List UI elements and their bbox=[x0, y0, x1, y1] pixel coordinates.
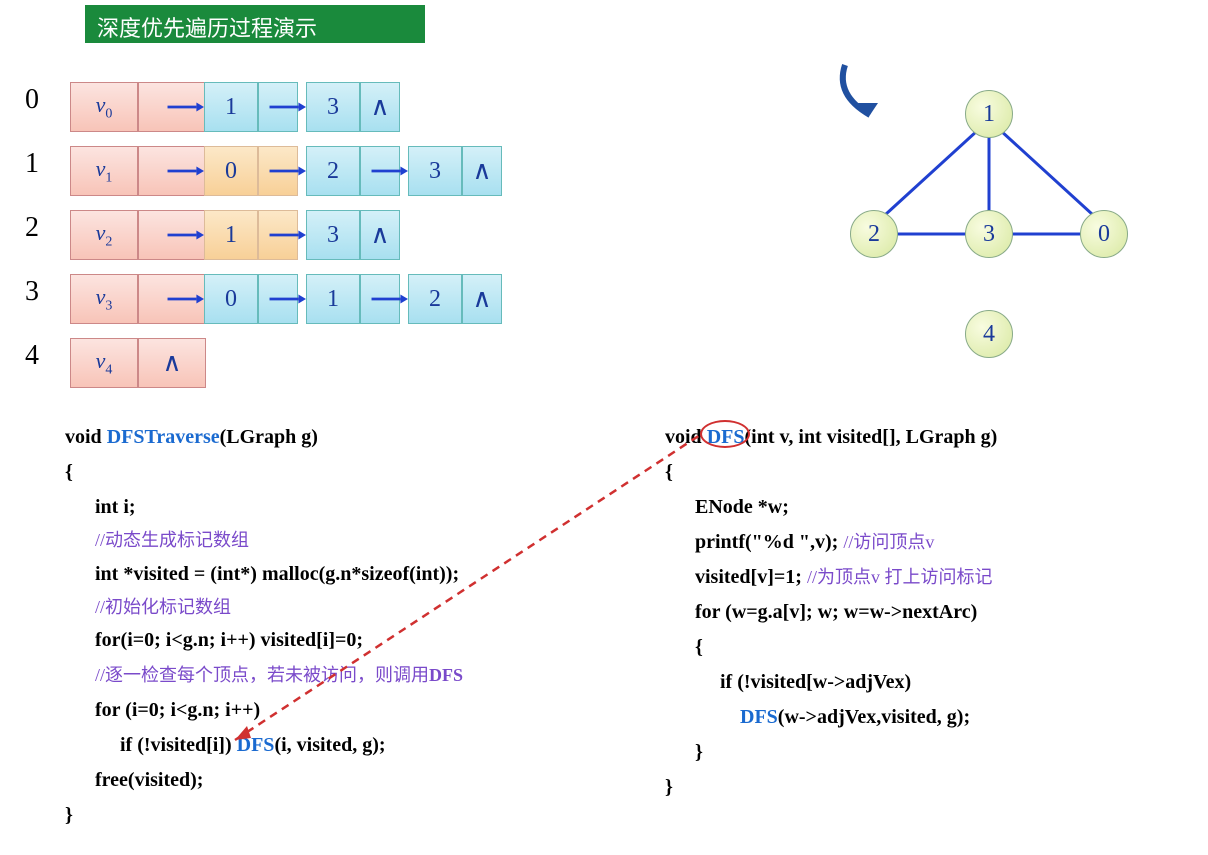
list-node-val: 3 bbox=[306, 82, 360, 132]
curve-arrow-icon bbox=[830, 55, 920, 135]
nil-cell: ∧ bbox=[360, 82, 400, 132]
vertex-cell: v2 bbox=[70, 210, 138, 260]
edge-1-2 bbox=[874, 120, 989, 225]
list-node-val: 2 bbox=[408, 274, 462, 324]
adj-row-3: v3 012∧ bbox=[70, 267, 502, 331]
vertex-cell: v4 bbox=[70, 338, 138, 388]
nil-cell: ∧ bbox=[462, 274, 502, 324]
arrow-icon bbox=[268, 146, 306, 196]
arrow-icon bbox=[166, 210, 204, 260]
vertex-cell: v3 bbox=[70, 274, 138, 324]
vertex-cell: v1 bbox=[70, 146, 138, 196]
index-0: 0 bbox=[25, 75, 39, 139]
list-node-val: 0 bbox=[204, 274, 258, 324]
adj-row-1: v1 023∧ bbox=[70, 139, 502, 203]
code-block-right: void DFS(int v, int visited[], LGraph g)… bbox=[665, 420, 997, 805]
index-column: 0 1 2 3 4 bbox=[25, 75, 39, 395]
arrow-icon bbox=[268, 274, 306, 324]
list-node-val: 3 bbox=[306, 210, 360, 260]
list-node-val: 2 bbox=[306, 146, 360, 196]
index-1: 1 bbox=[25, 139, 39, 203]
arrow-icon bbox=[166, 146, 204, 196]
adj-row-0: v0 13∧ bbox=[70, 75, 502, 139]
index-3: 3 bbox=[25, 267, 39, 331]
arrow-icon bbox=[268, 210, 306, 260]
graph-node-2: 2 bbox=[850, 210, 898, 258]
adj-row-4: v4∧ bbox=[70, 331, 502, 395]
graph-node-1: 1 bbox=[965, 90, 1013, 138]
list-node-val: 1 bbox=[306, 274, 360, 324]
list-node-val: 1 bbox=[204, 210, 258, 260]
arrow-icon bbox=[268, 82, 306, 132]
graph-node-0: 0 bbox=[1080, 210, 1128, 258]
list-node-val: 3 bbox=[408, 146, 462, 196]
index-4: 4 bbox=[25, 331, 39, 395]
adj-row-2: v2 13∧ bbox=[70, 203, 502, 267]
arrow-icon bbox=[370, 274, 408, 324]
graph-node-4: 4 bbox=[965, 310, 1013, 358]
index-2: 2 bbox=[25, 203, 39, 267]
list-node-val: 1 bbox=[204, 82, 258, 132]
arrow-icon bbox=[166, 274, 204, 324]
code-block-left: void DFSTraverse(LGraph g) { int i; //动态… bbox=[65, 420, 463, 833]
list-node-val: 0 bbox=[204, 146, 258, 196]
edge-1-0 bbox=[989, 120, 1104, 225]
title-bar: 深度优先遍历过程演示 bbox=[85, 5, 425, 43]
adjacency-table: v013∧v1023∧v213∧v3012∧v4∧ bbox=[70, 75, 502, 395]
nil-cell: ∧ bbox=[462, 146, 502, 196]
graph-node-3: 3 bbox=[965, 210, 1013, 258]
vertex-cell: v0 bbox=[70, 82, 138, 132]
nil-cell: ∧ bbox=[360, 210, 400, 260]
arrow-icon bbox=[370, 146, 408, 196]
nil-cell: ∧ bbox=[138, 338, 206, 388]
arrow-icon bbox=[166, 82, 204, 132]
